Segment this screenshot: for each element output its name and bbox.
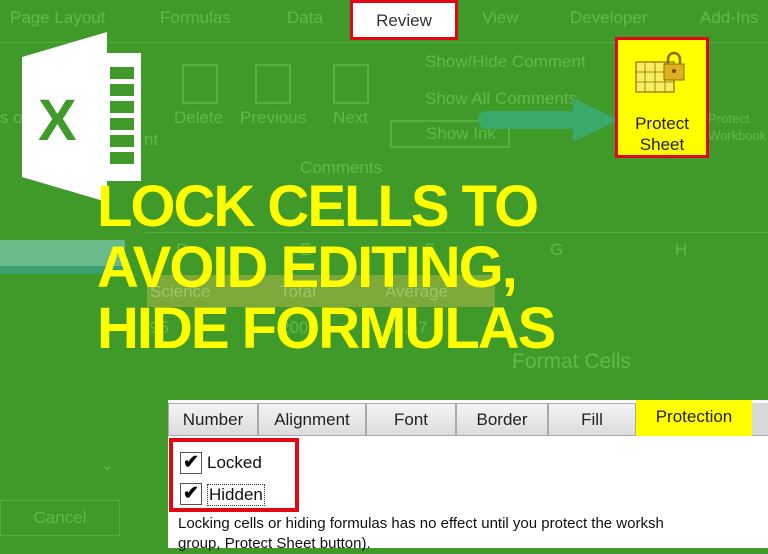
previous-comment-icon: [255, 64, 291, 104]
tab-formulas[interactable]: Formulas: [160, 8, 231, 28]
arrow-right-icon: [478, 98, 618, 142]
tab-view[interactable]: View: [482, 8, 519, 28]
locked-checkbox[interactable]: ✔: [180, 452, 202, 474]
next-comment-icon: [333, 64, 369, 104]
format-cells-dialog: Number Alignment Font Border Fill Protec…: [168, 400, 768, 552]
delete-button[interactable]: Delete: [174, 108, 223, 128]
locked-label[interactable]: Locked: [207, 453, 262, 473]
protect-sheet-icon: [635, 51, 685, 93]
tab-number[interactable]: Number: [168, 403, 258, 436]
dialog-tabs: Number Alignment Font Border Fill Protec…: [168, 400, 768, 436]
show-hide-comment-button[interactable]: Show/Hide Comment: [425, 52, 586, 72]
headline-line-1: LOCK CELLS TO: [97, 174, 539, 239]
note-line-1: Locking cells or hiding formulas has no …: [178, 515, 664, 532]
column-header-h[interactable]: H: [675, 240, 687, 260]
tab-alignment[interactable]: Alignment: [258, 403, 366, 436]
headline-line-2: AVOID EDITING,: [97, 235, 518, 300]
note-line-2: group, Protect Sheet button).: [178, 535, 371, 552]
protect-sheet-label: Protect Sheet: [635, 114, 689, 154]
hidden-label[interactable]: Hidden: [207, 484, 265, 506]
tab-protection[interactable]: Protection: [636, 400, 752, 436]
chevron-down-icon[interactable]: ⌄: [100, 455, 114, 475]
left-fragment: nt: [144, 130, 159, 149]
delete-comment-icon: [182, 64, 218, 104]
tab-border[interactable]: Border: [456, 403, 548, 436]
svg-text:X: X: [38, 88, 77, 153]
tab-add-ins[interactable]: Add-Ins: [700, 8, 759, 28]
tab-page-layout[interactable]: Page Layout: [10, 8, 105, 28]
tab-fill[interactable]: Fill: [548, 403, 636, 436]
headline: LOCK CELLS TO AVOID EDITING, HIDE FORMUL…: [97, 174, 556, 361]
protect-sheet-button[interactable]: Protect Sheet: [615, 37, 709, 158]
cancel-button[interactable]: Cancel: [0, 500, 120, 536]
headline-line-3: HIDE FORMULAS: [97, 296, 556, 361]
protect-workbook-button[interactable]: Protect Workbook: [708, 110, 768, 144]
protection-note: Locking cells or hiding formulas has no …: [178, 514, 763, 554]
tab-data[interactable]: Data: [287, 8, 323, 28]
next-button[interactable]: Next: [333, 108, 368, 128]
tab-developer[interactable]: Developer: [570, 8, 648, 28]
previous-button[interactable]: Previous: [240, 108, 306, 128]
tab-font[interactable]: Font: [366, 403, 456, 436]
tab-review[interactable]: Review: [350, 0, 458, 40]
hidden-checkbox[interactable]: ✔: [180, 483, 202, 505]
